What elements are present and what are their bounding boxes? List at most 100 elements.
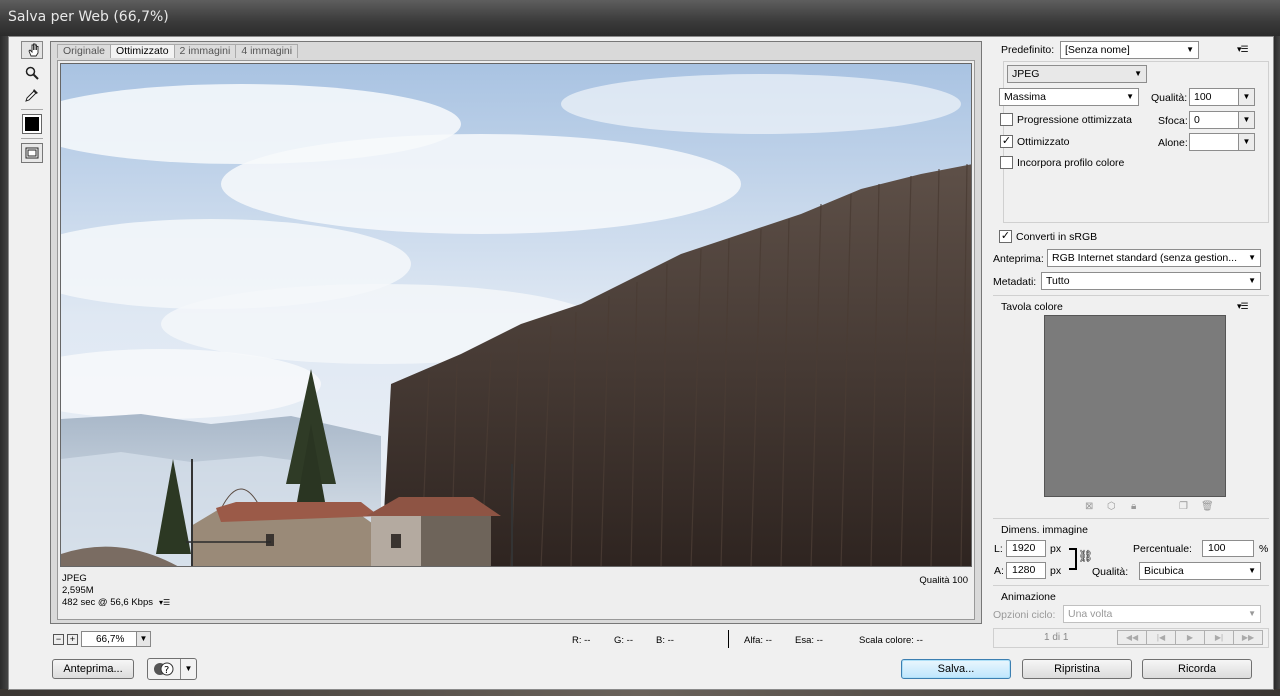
width-label: L: [994,543,1003,555]
chevron-down-icon[interactable]: ▼ [1238,112,1254,128]
quality-level-select[interactable]: Massima ▼ [999,88,1139,106]
optimized-checkbox[interactable]: ✓ Ottimizzato [1000,135,1070,148]
optimized-label: Ottimizzato [1017,135,1070,148]
quality-input[interactable]: 100 ▼ [1189,88,1255,106]
chevron-down-icon[interactable]: ▼ [180,659,196,679]
height-unit: px [1050,565,1062,577]
map-transparent-icon[interactable]: ⊠ [1085,501,1093,512]
matte-label: Alone: [1158,137,1188,149]
preview-profile-label: Anteprima: [993,253,1044,265]
preview-quality: Qualità 100 [919,575,968,586]
download-speed-menu-icon[interactable]: ▾☰ [159,597,170,609]
optimized-file-info: JPEG 2,595M 482 sec @ 56,6 Kbps ▾☰ [62,573,170,609]
color-table-swatch-area[interactable] [1044,315,1226,497]
resample-quality-select[interactable]: Bicubica ▼ [1139,562,1261,580]
play-icon[interactable]: ▶ [1175,630,1205,645]
color-table-title: Tavola colore [1001,301,1063,313]
web-shift-icon[interactable]: ⬡ [1107,501,1116,512]
eyedropper-color-swatch[interactable] [22,114,42,134]
tool-separator [21,109,43,110]
alpha-readout: Alfa: -- [744,635,772,646]
file-format: JPEG [62,573,87,584]
blur-value: 0 [1194,114,1200,126]
matte-select[interactable]: ▼ [1189,133,1255,151]
quality-value: 100 [1194,91,1212,103]
embed-profile-checkbox[interactable]: Incorpora profilo colore [1000,156,1124,169]
browser-help-icon[interactable]: ? [148,659,180,679]
green-readout: G: -- [614,635,633,646]
percent-label: Percentuale: [1133,543,1192,555]
trash-icon[interactable]: 🗑︎ [1201,501,1214,512]
blue-readout: B: -- [656,635,674,646]
convert-srgb-label: Converti in sRGB [1016,230,1098,243]
chevron-down-icon: ▼ [1248,566,1256,575]
browser-preview-menu[interactable]: ? ▼ [147,658,197,680]
preview-profile-value: RGB Internet standard (senza gestion... [1052,252,1238,264]
frame-counter: 1 di 1 [1044,632,1069,643]
chevron-down-icon: ▼ [1126,92,1134,101]
preset-select[interactable]: [Senza nome] ▼ [1060,41,1199,59]
checkbox-unchecked-icon[interactable] [1000,113,1013,126]
loop-options-select[interactable]: Una volta ▼ [1063,605,1261,623]
tool-separator [21,138,43,139]
zoom-tool-icon[interactable] [21,63,43,83]
progressive-checkbox[interactable]: Progressione ottimizzata [1000,113,1132,126]
blur-input[interactable]: 0 ▼ [1189,111,1255,129]
section-divider [993,295,1269,296]
checkbox-unchecked-icon[interactable] [1000,156,1013,169]
optimized-image-preview[interactable] [60,63,972,567]
next-frame-icon[interactable]: ▶| [1204,630,1234,645]
preview-pane: Originale Ottimizzato 2 immagini 4 immag… [50,41,982,624]
metadata-select[interactable]: Tutto ▼ [1041,272,1261,290]
section-divider [993,518,1269,519]
chevron-down-icon[interactable]: ▼ [1238,134,1254,150]
metadata-value: Tutto [1046,275,1070,287]
title-bar: Salva per Web (66,7%) [0,0,1280,36]
convert-srgb-checkbox[interactable]: ✓ Converti in sRGB [999,230,1097,243]
preview-tabs: Originale Ottimizzato 2 immagini 4 immag… [57,44,299,58]
settings-menu-icon[interactable]: ▾☰ [1237,44,1249,55]
last-frame-icon[interactable]: ▶▶ [1233,630,1263,645]
color-index-readout: Scala colore: -- [859,635,923,646]
eyedropper-tool-icon[interactable] [21,85,43,105]
blur-label: Sfoca: [1158,115,1188,127]
first-frame-icon[interactable]: ◀◀ [1117,630,1147,645]
zoom-in-button[interactable]: + [67,633,78,645]
tab-4-up[interactable]: 4 immagini [235,44,299,58]
height-input[interactable]: 1280 [1006,562,1046,579]
chevron-down-icon[interactable]: ▼ [1238,89,1254,105]
zoom-controls: − + 66,7% ▼ [53,631,151,647]
color-table-menu-icon[interactable]: ▾☰ [1237,301,1249,312]
checkmark-icon[interactable]: ✓ [1000,135,1013,148]
zoom-level-select[interactable]: 66,7% ▼ [81,631,151,647]
optimization-settings-panel: Predefinito: [Senza nome] ▼ ▾☰ JPEG ▼ Mass… [989,37,1274,691]
embed-profile-label: Incorpora profilo colore [1017,156,1125,169]
progressive-label: Progressione ottimizzata [1017,113,1132,126]
preview-profile-select[interactable]: RGB Internet standard (senza gestion... ▼ [1047,249,1261,267]
loop-options-value: Una volta [1068,608,1113,620]
save-for-web-dialog: Originale Ottimizzato 2 immagini 4 immag… [8,36,1274,690]
checkmark-icon[interactable]: ✓ [999,230,1012,243]
new-color-icon[interactable]: ❐ [1179,501,1188,512]
loop-options-label: Opzioni ciclo: [993,609,1056,621]
zoom-out-button[interactable]: − [53,633,64,645]
hand-tool-icon[interactable] [21,41,43,59]
file-format-select[interactable]: JPEG ▼ [1007,65,1147,83]
preset-label: Predefinito: [1001,44,1055,56]
width-input[interactable]: 1920 [1006,540,1046,557]
tab-original[interactable]: Originale [57,44,112,58]
chevron-down-icon: ▼ [1248,609,1256,618]
chevron-down-icon: ▼ [1134,69,1142,78]
chevron-down-icon[interactable]: ▼ [136,632,150,646]
previous-frame-icon[interactable]: |◀ [1146,630,1176,645]
quality-level-value: Massima [1004,91,1047,103]
link-proportions-icon[interactable]: ⛓ [1078,549,1093,563]
constrain-bracket [1069,548,1077,570]
preview-in-browser-button[interactable]: Anteprima... [52,659,134,679]
tab-2-up[interactable]: 2 immagini [173,44,237,58]
tab-optimized[interactable]: Ottimizzato [110,44,175,58]
toggle-slices-visibility-icon[interactable] [21,143,43,163]
lock-color-icon[interactable]: 🔒︎ [1131,501,1136,512]
percent-input[interactable]: 100 [1202,540,1254,557]
left-window-edge [0,36,8,696]
